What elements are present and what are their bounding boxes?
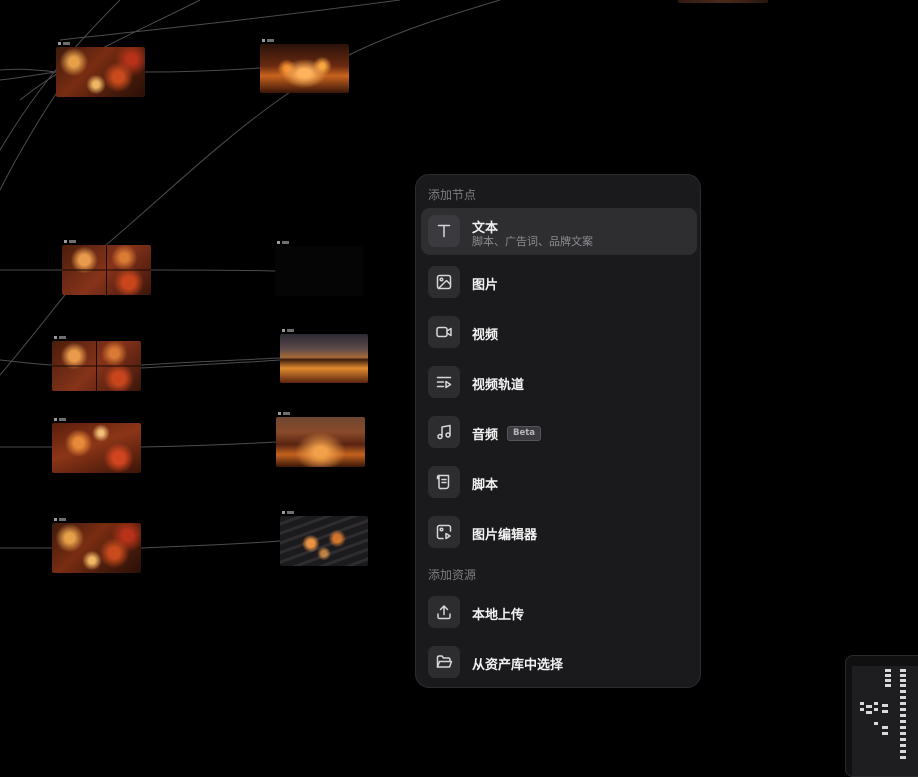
- edge: [0, 71, 57, 81]
- image-node[interactable]: [280, 511, 368, 566]
- image-node[interactable]: [62, 240, 151, 295]
- video-camera-icon: [428, 316, 460, 348]
- edge: [0, 68, 57, 73]
- menu-item-label: 脚本: [472, 478, 499, 493]
- node-thumbnail: [280, 334, 368, 383]
- node-tag: [54, 417, 66, 422]
- menu-item-video-track[interactable]: 视频轨道: [421, 359, 697, 406]
- menu-item-label: 从资产库中选择: [472, 658, 564, 673]
- edge: [59, 0, 401, 41]
- text-icon: [428, 215, 460, 247]
- menu-item-asset-library[interactable]: 从资产库中选择: [421, 639, 697, 686]
- menu-item-audio[interactable]: 音频 Beta: [421, 409, 697, 456]
- menu-item-video[interactable]: 视频: [421, 309, 697, 356]
- node-tag: [64, 239, 76, 244]
- menu-item-label: 图片编辑器: [472, 528, 538, 543]
- edge: [99, 91, 291, 251]
- node-tag: [277, 240, 289, 245]
- node-thumbnail: [56, 47, 145, 97]
- node-thumbnail-empty: [275, 246, 363, 296]
- node-thumbnail: [678, 0, 768, 3]
- menu-item-image[interactable]: 图片: [421, 259, 697, 306]
- image-node[interactable]: [280, 329, 368, 383]
- edge: [0, 359, 53, 366]
- menu-item-text[interactable]: 文本 脚本、广告词、品牌文案: [421, 208, 697, 255]
- node-tag: [54, 335, 66, 340]
- image-node[interactable]: [52, 518, 141, 573]
- node-thumbnail: [276, 417, 365, 467]
- edge: [144, 67, 261, 73]
- image-node[interactable]: [276, 412, 365, 467]
- section-title-add-node: 添加节点: [428, 188, 477, 202]
- node-tag: [262, 38, 274, 43]
- image-node[interactable]: [56, 42, 145, 97]
- edge: [140, 441, 277, 448]
- music-note-icon: [428, 416, 460, 448]
- video-track-icon: [428, 366, 460, 398]
- node-thumbnail: [62, 245, 151, 295]
- folder-open-icon: [428, 646, 460, 678]
- image-node[interactable]: [52, 418, 141, 473]
- node-tag: [58, 41, 70, 46]
- node-thumbnail: [280, 516, 368, 566]
- node-tag: [282, 510, 294, 515]
- image-editor-icon: [428, 516, 460, 548]
- empty-image-node[interactable]: [275, 241, 363, 296]
- node-tag: [278, 411, 290, 416]
- minimap-viewport: [852, 666, 918, 776]
- menu-item-label: 视频轨道: [472, 378, 525, 393]
- image-icon: [428, 266, 460, 298]
- beta-badge: Beta: [507, 426, 542, 441]
- menu-item-image-editor[interactable]: 图片编辑器: [421, 509, 697, 556]
- node-tag: [54, 517, 66, 522]
- minimap[interactable]: [845, 655, 918, 777]
- section-title-add-asset: 添加资源: [428, 568, 477, 582]
- edge: [140, 540, 281, 549]
- menu-item-label: 本地上传: [472, 608, 525, 623]
- upload-icon: [428, 596, 460, 628]
- edge: [348, 0, 501, 56]
- image-node[interactable]: [260, 39, 349, 93]
- menu-item-label: 视频: [472, 328, 499, 343]
- node-thumbnail: [52, 423, 141, 473]
- node-thumbnail: [52, 523, 141, 573]
- image-node[interactable]: [678, 0, 768, 3]
- edge: [150, 269, 276, 272]
- menu-item-script[interactable]: 脚本: [421, 459, 697, 506]
- node-thumbnail: [52, 341, 141, 391]
- add-node-menu: 添加节点 文本 脚本、广告词、品牌文案 图片 视频 视频轨道 音频 Beta 脚…: [415, 174, 701, 688]
- menu-item-label: 图片: [472, 278, 499, 293]
- menu-item-local-upload[interactable]: 本地上传: [421, 589, 697, 636]
- script-scroll-icon: [428, 466, 460, 498]
- menu-item-label: 音频: [472, 428, 499, 443]
- image-node[interactable]: [52, 336, 141, 391]
- node-tag: [282, 328, 294, 333]
- menu-item-description: 脚本、广告词、品牌文案: [472, 235, 593, 248]
- node-thumbnail: [260, 44, 349, 93]
